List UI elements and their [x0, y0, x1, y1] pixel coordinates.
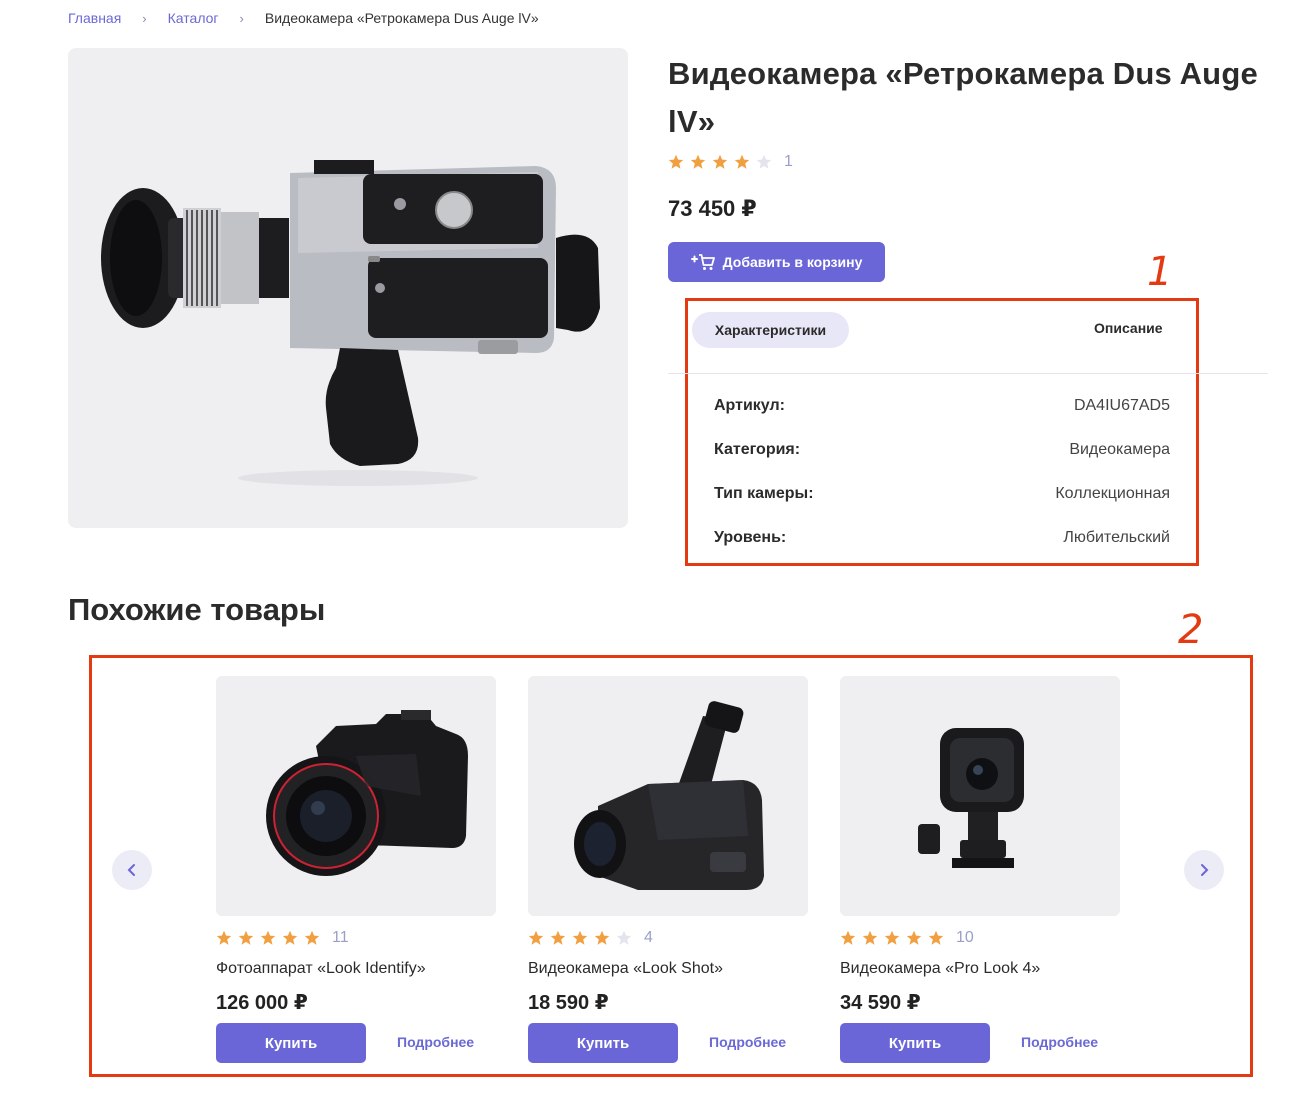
star-filled-icon	[260, 930, 276, 945]
spec-row: Категория: Видеокамера	[714, 441, 1170, 463]
product-card-price: 34 590 ₽	[840, 992, 921, 1014]
retro-film-camera-photo	[101, 160, 600, 486]
buy-button[interactable]: Купить	[216, 1023, 366, 1063]
star-filled-icon	[282, 930, 298, 945]
spec-value: Видеокамера	[1069, 441, 1170, 458]
product-card-rating: 10	[840, 929, 974, 947]
star-filled-icon	[304, 930, 320, 945]
star-filled-icon	[528, 930, 544, 945]
spec-row: Тип камеры: Коллекционная	[714, 485, 1170, 507]
star-filled-icon	[884, 930, 900, 945]
star-filled-icon	[906, 930, 922, 945]
chevron-right-icon: ›	[142, 10, 147, 26]
chevron-left-icon	[127, 864, 135, 876]
star-filled-icon	[594, 930, 610, 945]
spec-key: Артикул:	[714, 397, 785, 414]
star-filled-icon	[734, 154, 750, 169]
product-price: 73 450 ₽	[668, 196, 757, 221]
spec-value: Любительский	[1063, 529, 1170, 546]
star-filled-icon	[216, 930, 232, 945]
carousel-next-button[interactable]	[1184, 850, 1224, 890]
spec-value: Коллекционная	[1055, 485, 1170, 502]
reviews-count[interactable]: 4	[644, 929, 653, 947]
reviews-count[interactable]: 11	[332, 929, 349, 947]
product-image[interactable]	[68, 48, 628, 528]
breadcrumb-catalog-link[interactable]: Каталог	[168, 10, 219, 26]
star-filled-icon	[840, 930, 856, 945]
action-camera-photo	[918, 728, 1024, 868]
add-to-cart-label: Добавить в корзину	[722, 254, 863, 270]
spec-row: Уровень: Любительский	[714, 529, 1170, 551]
breadcrumb: Главная › Каталог › Видеокамера «Ретрока…	[68, 8, 539, 28]
annotation-number-1: 1	[1147, 249, 1173, 295]
details-link[interactable]: Подробнее	[1021, 1034, 1098, 1050]
annotation-number-2: 2	[1178, 607, 1204, 653]
product-card-image[interactable]	[216, 676, 496, 916]
star-filled-icon	[712, 154, 728, 169]
spec-key: Категория:	[714, 441, 801, 458]
product-card-price: 18 590 ₽	[528, 992, 609, 1014]
reviews-count[interactable]: 1	[784, 153, 793, 171]
product-card-rating: 11	[216, 929, 349, 947]
buy-button[interactable]: Купить	[840, 1023, 990, 1063]
star-filled-icon	[928, 930, 944, 945]
product-card-image[interactable]	[840, 676, 1120, 916]
cart-plus-icon	[690, 254, 715, 270]
product-card-rating: 4	[528, 929, 653, 947]
camcorder-photo	[574, 701, 764, 890]
breadcrumb-home-link[interactable]: Главная	[68, 10, 121, 26]
spec-key: Уровень:	[714, 529, 787, 546]
product-card-name[interactable]: Видеокамера «Look Shot»	[528, 960, 723, 978]
star-filled-icon	[572, 930, 588, 945]
product-card-price: 126 000 ₽	[216, 992, 308, 1014]
spec-row: Артикул: DA4IU67AD5	[714, 397, 1170, 419]
add-to-cart-button[interactable]: Добавить в корзину	[668, 242, 885, 282]
star-filled-icon	[238, 930, 254, 945]
chevron-right-icon	[1201, 864, 1209, 876]
product-card-name[interactable]: Видеокамера «Pro Look 4»	[840, 960, 1040, 978]
tab-description[interactable]: Описание	[1094, 320, 1163, 336]
dslr-camera-photo	[266, 710, 468, 876]
star-empty-icon	[616, 930, 632, 945]
details-link[interactable]: Подробнее	[397, 1034, 474, 1050]
star-filled-icon	[668, 154, 684, 169]
carousel-prev-button[interactable]	[112, 850, 152, 890]
breadcrumb-current: Видеокамера «Ретрокамера Dus Auge lV»	[264, 10, 539, 26]
tab-specs[interactable]: Характеристики	[692, 312, 849, 348]
spec-key: Тип камеры:	[714, 485, 814, 502]
chevron-right-icon: ›	[239, 10, 244, 26]
reviews-count[interactable]: 10	[956, 929, 974, 947]
star-filled-icon	[550, 930, 566, 945]
tabs-divider	[668, 373, 1268, 374]
product-card-name[interactable]: Фотоаппарат «Look Identify»	[216, 960, 426, 978]
product-card-image[interactable]	[528, 676, 808, 916]
star-filled-icon	[862, 930, 878, 945]
star-filled-icon	[690, 154, 706, 169]
product-rating: 1	[668, 153, 793, 171]
similar-products-title: Похожие товары	[68, 592, 326, 627]
spec-value: DA4IU67AD5	[1073, 397, 1170, 414]
star-empty-icon	[756, 154, 772, 169]
buy-button[interactable]: Купить	[528, 1023, 678, 1063]
product-title: Видеокамера «Ретрокамера Dus Auge lV»	[668, 56, 1258, 139]
details-link[interactable]: Подробнее	[709, 1034, 786, 1050]
